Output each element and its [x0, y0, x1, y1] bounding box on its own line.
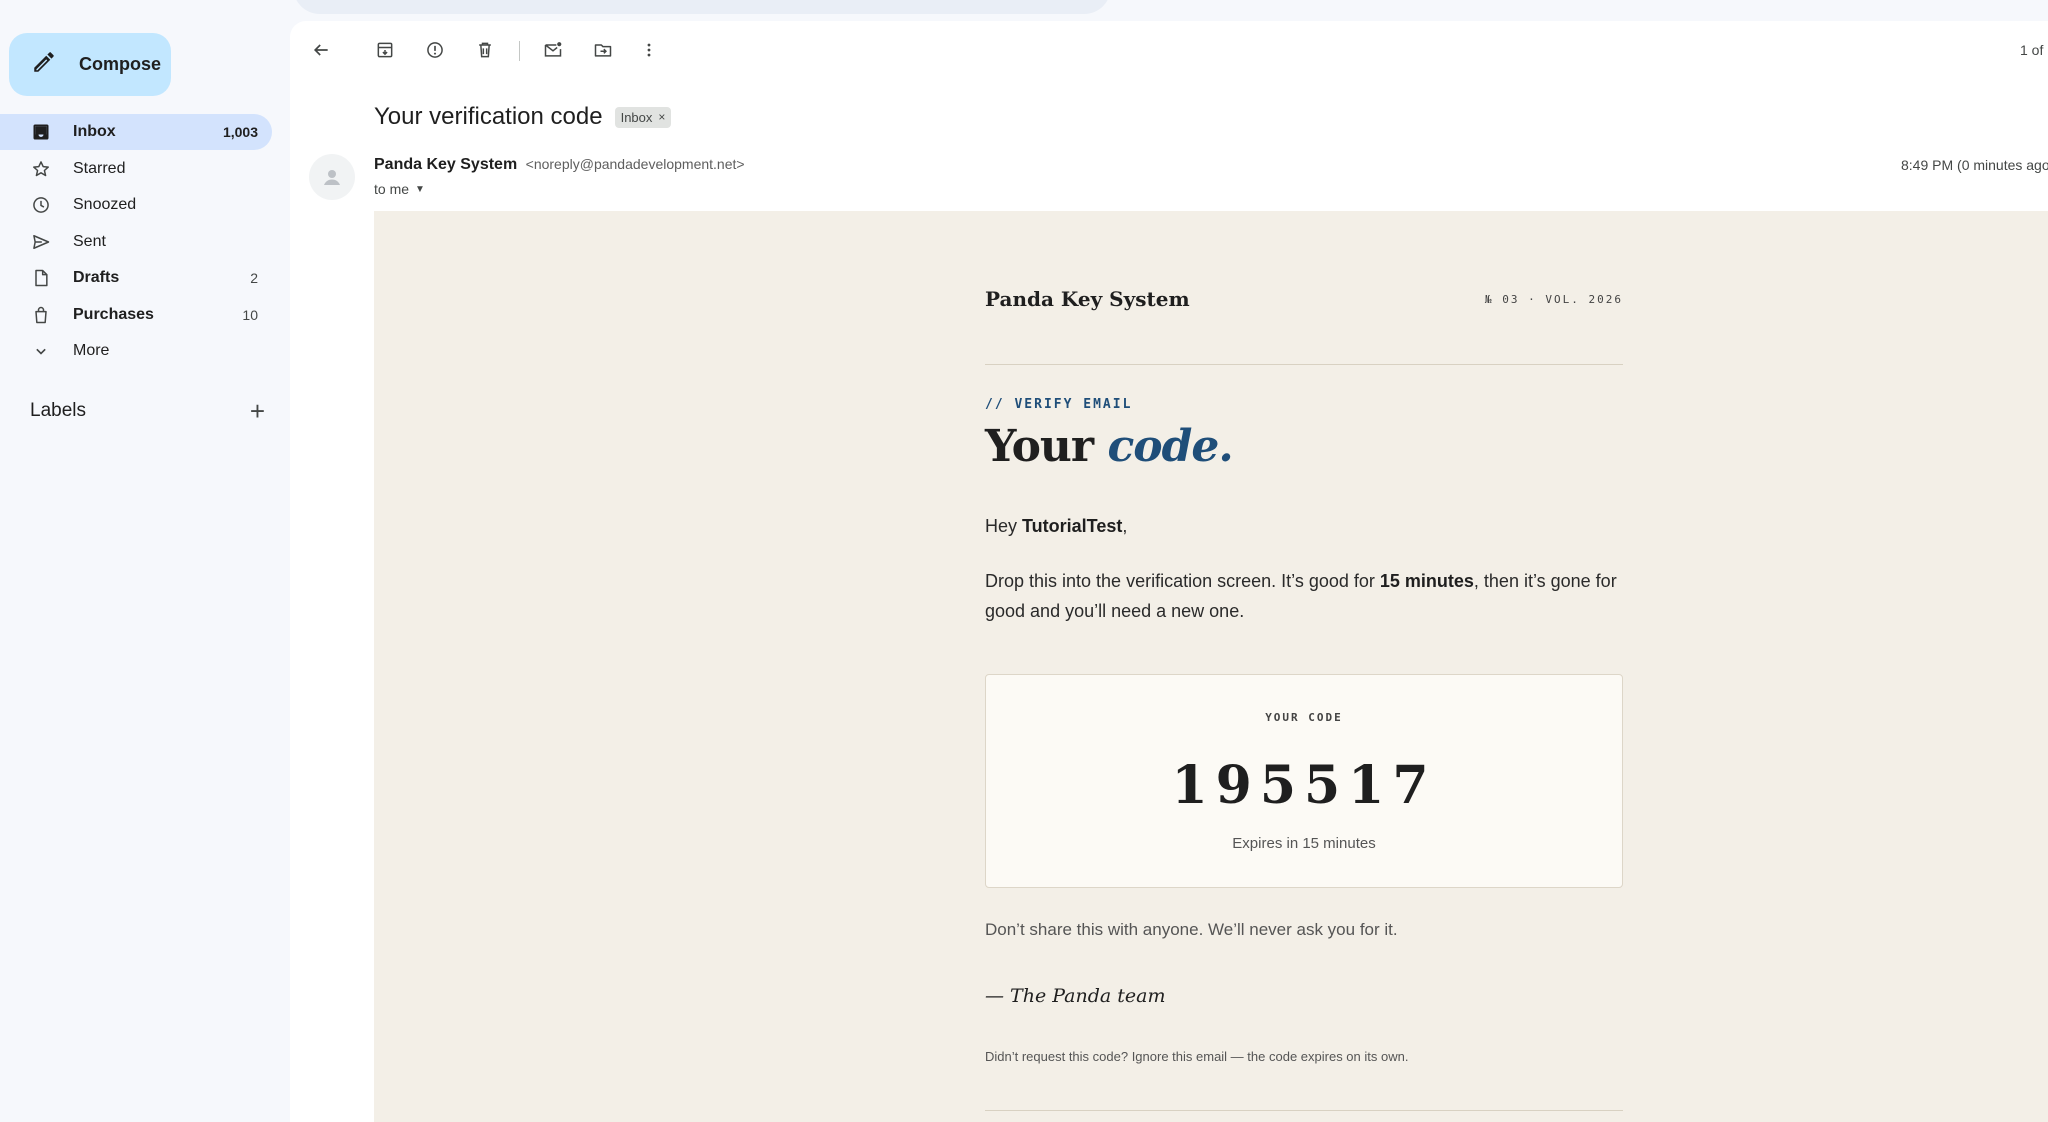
email-content: Panda Key System № 03 · VOL. 2026 // VER…: [374, 211, 2048, 1122]
sidebar-item-label: Starred: [73, 159, 126, 177]
delete-button[interactable]: [473, 38, 497, 62]
add-label-button[interactable]: +: [250, 398, 265, 424]
sidebar-item-label: Purchases: [73, 305, 154, 323]
sidebar-item-drafts[interactable]: Drafts 2: [0, 260, 272, 296]
folder-move-icon: [594, 44, 612, 57]
item-count: 10: [242, 306, 258, 323]
more-options-button[interactable]: [637, 38, 661, 62]
shopping-bag-icon: [31, 305, 51, 325]
sidebar-item-snoozed[interactable]: Snoozed: [0, 187, 272, 223]
sidebar-item-starred[interactable]: Starred: [0, 151, 272, 187]
email-headline: Your code.: [985, 421, 1234, 472]
report-spam-button[interactable]: [423, 38, 447, 62]
report-icon: [427, 42, 443, 58]
verification-code[interactable]: 195517: [986, 755, 1622, 816]
chevron-down-icon: [31, 341, 51, 361]
email-greeting: Hey TutorialTest,: [985, 516, 1127, 537]
headline-accent: code.: [1107, 421, 1233, 472]
message-timestamp: 8:49 PM (0 minutes ago): [1901, 157, 2048, 173]
item-count: 2: [250, 270, 258, 286]
recipient-username: TutorialTest: [1022, 516, 1123, 536]
code-expiry: Expires in 15 minutes: [1232, 835, 1376, 852]
sender-email: <noreply@pandadevelopment.net>: [525, 156, 745, 172]
archive-icon: [377, 42, 393, 58]
arrow-left-icon: [313, 44, 328, 56]
star-icon: [31, 159, 51, 179]
message-subject: Your verification code: [374, 103, 603, 130]
mark-unread-button[interactable]: [541, 38, 565, 62]
pagination-label: 1 of: [2020, 42, 2044, 58]
trash-icon: [479, 42, 491, 58]
paragraph-text: Drop this into the verification screen. …: [985, 571, 1380, 591]
sidebar-item-sent[interactable]: Sent: [0, 224, 272, 260]
sidebar-item-label: Drafts: [73, 269, 120, 286]
remove-label-button[interactable]: ×: [658, 110, 665, 124]
sidebar: Compose Inbox 1,003 Starred Snoozed Sent…: [0, 0, 290, 1122]
compose-label: Compose: [79, 54, 162, 74]
greeting-punctuation: ,: [1122, 516, 1128, 536]
person-icon: [324, 170, 340, 185]
greeting-text: Hey: [985, 516, 1023, 536]
subject-row: Your verification code Inbox ×: [374, 103, 672, 131]
compose-button[interactable]: Compose: [9, 33, 171, 96]
inbox-label-chip: Inbox ×: [614, 106, 672, 128]
unread-count: 1,003: [222, 124, 258, 140]
show-details-icon[interactable]: ▼: [415, 184, 425, 195]
email-header: Panda Key System № 03 · VOL. 2026: [985, 287, 1623, 317]
email-brand: Panda Key System: [985, 287, 1190, 311]
sidebar-item-purchases[interactable]: Purchases 10: [0, 297, 272, 333]
sidebar-item-more[interactable]: More: [0, 333, 272, 369]
verification-code-box: YOUR CODE 195517 Expires in 15 minutes: [985, 674, 1623, 888]
sidebar-item-label: Inbox: [73, 123, 116, 140]
inbox-icon: [31, 122, 51, 142]
move-to-button[interactable]: [591, 38, 615, 62]
message-view: 1 of Your verification code Inbox × Pand…: [290, 21, 2048, 1122]
more-vert-icon: [647, 43, 651, 57]
recipient-label: to me: [374, 181, 410, 197]
sender-name[interactable]: Panda Key System: [374, 156, 517, 173]
email-footnote: Didn’t request this code? Ignore this em…: [985, 1049, 1409, 1064]
sender-line: Panda Key System <noreply@pandadevelopme…: [374, 156, 745, 174]
sidebar-item-inbox[interactable]: Inbox 1,003: [0, 114, 272, 150]
labels-section-header: Labels +: [30, 398, 265, 424]
search-bar[interactable]: [293, 0, 1111, 14]
chip-label: Inbox: [620, 109, 653, 125]
email-paragraph: Drop this into the verification screen. …: [985, 566, 1623, 626]
message-toolbar: 1 of: [290, 21, 2048, 83]
code-label: YOUR CODE: [1265, 711, 1343, 724]
email-issue-tag: № 03 · VOL. 2026: [1485, 293, 1623, 306]
archive-button[interactable]: [373, 38, 397, 62]
pencil-icon: [31, 49, 57, 80]
recipient-line: to me ▼: [374, 181, 425, 197]
paragraph-duration: 15 minutes: [1379, 571, 1474, 591]
back-button[interactable]: [309, 38, 333, 62]
security-warning: Don’t share this with anyone. We’ll neve…: [985, 920, 1398, 939]
sidebar-item-label: Sent: [73, 232, 106, 250]
headline-text: Your: [985, 421, 1108, 472]
labels-title: Labels: [30, 400, 86, 421]
sidebar-item-label: Snoozed: [73, 196, 137, 213]
sender-avatar[interactable]: [309, 154, 355, 200]
email-kicker: // VERIFY EMAIL: [985, 397, 1133, 412]
toolbar-divider: [519, 41, 520, 61]
sidebar-item-label: More: [73, 342, 110, 359]
footer-divider: [985, 1110, 1623, 1111]
sidebar-nav: Inbox 1,003 Starred Snoozed Sent Drafts …: [0, 114, 272, 370]
header-divider: [985, 364, 1623, 365]
email-signoff: — The Panda team: [985, 985, 1166, 1007]
mail-unread-icon: [544, 42, 562, 57]
draft-icon: [31, 268, 51, 288]
clock-icon: [31, 195, 51, 215]
send-icon: [31, 232, 51, 252]
